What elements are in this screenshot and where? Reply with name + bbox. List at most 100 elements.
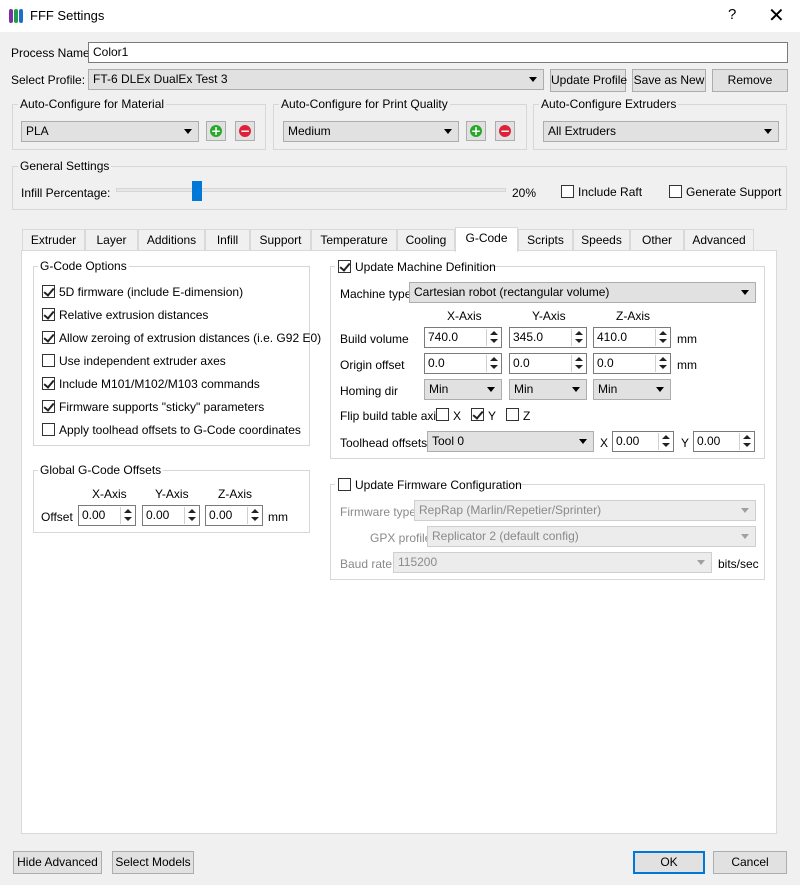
hide-advanced-button[interactable]: Hide Advanced: [13, 851, 102, 874]
tab-extruder[interactable]: Extruder: [22, 229, 85, 250]
option-checkbox[interactable]: [42, 354, 55, 367]
spin-arrows-icon[interactable]: [739, 433, 753, 450]
tab-g-code[interactable]: G-Code: [455, 227, 518, 252]
chevron-down-icon: [487, 387, 495, 392]
homing-x-select[interactable]: Min: [424, 379, 502, 400]
infill-slider[interactable]: [116, 188, 506, 192]
baud-unit: bits/sec: [718, 557, 759, 571]
process-name-input[interactable]: Color1: [88, 42, 788, 63]
toolhead-y-spinbox[interactable]: 0.00: [693, 431, 755, 452]
build-z-spinbox[interactable]: 410.0: [593, 327, 671, 348]
tab-other[interactable]: Other: [630, 229, 684, 250]
tab-temperature[interactable]: Temperature: [311, 229, 397, 250]
general-settings-title: General Settings: [18, 159, 112, 173]
remove-material-button[interactable]: −: [235, 121, 255, 141]
spin-arrows-icon[interactable]: [247, 507, 261, 524]
tab-advanced[interactable]: Advanced: [684, 229, 754, 250]
spin-arrows-icon[interactable]: [120, 507, 134, 524]
spin-arrows-icon[interactable]: [655, 355, 669, 372]
flip-axis-label: Flip build table axis: [340, 409, 443, 423]
extruders-select[interactable]: All Extruders: [543, 121, 779, 142]
update-machine-label: Update Machine Definition: [355, 260, 496, 274]
option-label: Apply toolhead offsets to G-Code coordin…: [59, 423, 301, 437]
remove-button[interactable]: Remove: [712, 69, 788, 92]
option-checkbox[interactable]: [42, 285, 55, 298]
close-icon[interactable]: ✕: [768, 3, 785, 28]
offset-x-spinbox[interactable]: 0.00: [78, 505, 136, 526]
origin-x-value: 0.0: [428, 356, 445, 370]
spin-arrows-icon[interactable]: [571, 329, 585, 346]
option-label: Relative extrusion distances: [59, 308, 209, 322]
homing-y-select[interactable]: Min: [509, 379, 587, 400]
infill-slider-handle[interactable]: [192, 181, 202, 201]
homing-z-select[interactable]: Min: [593, 379, 671, 400]
toolhead-x-spinbox[interactable]: 0.00: [612, 431, 674, 452]
spin-arrows-icon[interactable]: [655, 329, 669, 346]
cancel-button[interactable]: Cancel: [713, 851, 787, 874]
baud-rate-select[interactable]: 115200: [393, 552, 712, 573]
machine-type-select[interactable]: Cartesian robot (rectangular volume): [409, 282, 756, 303]
flip-y-label: Y: [488, 409, 497, 423]
profile-select[interactable]: FT-6 DLEx DualEx Test 3: [88, 69, 544, 90]
help-button[interactable]: ?: [728, 6, 736, 23]
spin-arrows-icon[interactable]: [486, 329, 500, 346]
gpx-profile-select[interactable]: Replicator 2 (default config): [427, 526, 756, 547]
z-axis-header: Z-Axis: [218, 487, 252, 501]
origin-x-spinbox[interactable]: 0.0: [424, 353, 502, 374]
tab-additions[interactable]: Additions: [138, 229, 205, 250]
spin-arrows-icon[interactable]: [658, 433, 672, 450]
generate-support-checkbox[interactable]: [669, 185, 682, 198]
update-machine-checkbox[interactable]: [338, 260, 351, 273]
flip-y-checkbox[interactable]: [471, 408, 484, 421]
option-label: Include M101/M102/M103 commands: [59, 377, 260, 391]
flip-x-checkbox[interactable]: [436, 408, 449, 421]
save-as-new-button[interactable]: Save as New: [632, 69, 706, 92]
chevron-down-icon: [184, 129, 192, 134]
update-firmware-checkbox[interactable]: [338, 478, 351, 491]
material-select[interactable]: PLA: [21, 121, 199, 142]
origin-y-spinbox[interactable]: 0.0: [509, 353, 587, 374]
build-volume-label: Build volume: [340, 332, 409, 346]
offset-z-spinbox[interactable]: 0.00: [205, 505, 263, 526]
offset-y-spinbox[interactable]: 0.00: [142, 505, 200, 526]
tab-scripts[interactable]: Scripts: [518, 229, 573, 250]
quality-select[interactable]: Medium: [283, 121, 459, 142]
homing-y-value: Min: [514, 382, 534, 396]
chevron-down-icon: [444, 129, 452, 134]
homing-x-value: Min: [429, 382, 449, 396]
tab-speeds[interactable]: Speeds: [573, 229, 630, 250]
firmware-type-select[interactable]: RepRap (Marlin/Repetier/Sprinter): [414, 500, 756, 521]
option-checkbox[interactable]: [42, 400, 55, 413]
spin-arrows-icon[interactable]: [571, 355, 585, 372]
tab-support[interactable]: Support: [250, 229, 311, 250]
option-label: Use independent extruder axes: [59, 354, 226, 368]
option-checkbox[interactable]: [42, 308, 55, 321]
toolhead-select[interactable]: Tool 0: [427, 431, 594, 452]
tab-cooling[interactable]: Cooling: [397, 229, 455, 250]
build-x-spinbox[interactable]: 740.0: [424, 327, 502, 348]
option-checkbox[interactable]: [42, 423, 55, 436]
remove-quality-button[interactable]: −: [495, 121, 515, 141]
flip-z-checkbox[interactable]: [506, 408, 519, 421]
origin-z-spinbox[interactable]: 0.0: [593, 353, 671, 374]
option-checkbox[interactable]: [42, 377, 55, 390]
plus-icon: +: [210, 124, 222, 138]
add-material-button[interactable]: +: [206, 121, 226, 141]
spin-arrows-icon[interactable]: [486, 355, 500, 372]
spin-arrows-icon[interactable]: [184, 507, 198, 524]
option-checkbox[interactable]: [42, 331, 55, 344]
firmware-type-value: RepRap (Marlin/Repetier/Sprinter): [419, 503, 602, 517]
build-unit: mm: [677, 332, 697, 346]
build-x-value: 740.0: [428, 330, 459, 344]
add-quality-button[interactable]: +: [466, 121, 486, 141]
origin-offset-label: Origin offset: [340, 358, 405, 372]
tab-infill[interactable]: Infill: [205, 229, 250, 250]
tab-layer[interactable]: Layer: [85, 229, 138, 250]
build-y-value: 345.0: [513, 330, 544, 344]
ok-button[interactable]: OK: [633, 851, 705, 874]
update-profile-button[interactable]: Update Profile: [550, 69, 627, 92]
chevron-down-icon: [656, 387, 664, 392]
include-raft-checkbox[interactable]: [561, 185, 574, 198]
build-y-spinbox[interactable]: 345.0: [509, 327, 587, 348]
select-models-button[interactable]: Select Models: [112, 851, 194, 874]
